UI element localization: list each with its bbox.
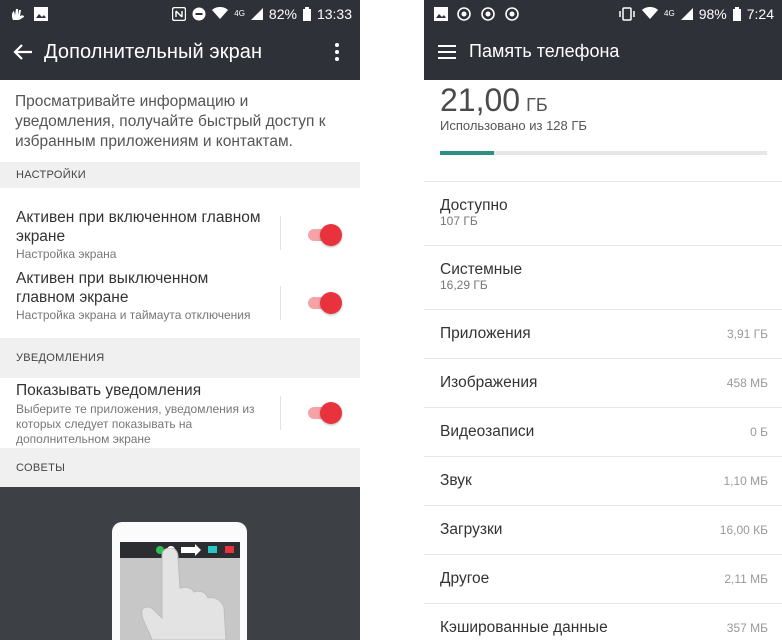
- row-title: Приложения: [440, 325, 531, 342]
- image-icon: [434, 6, 448, 21]
- row-size: 16,00 КБ: [719, 523, 768, 537]
- status-bar: 4G 82% 13:33: [0, 0, 360, 27]
- divider: [280, 216, 281, 250]
- row-title: Звук: [440, 472, 472, 489]
- row-title: Изображения: [440, 374, 538, 391]
- app-notification-icon: [457, 6, 471, 21]
- section-label: СОВЕТЫ: [16, 462, 66, 474]
- row-subtitle: 107 ГБ: [440, 214, 478, 228]
- section-label: НАСТРОЙКИ: [16, 169, 86, 181]
- battery-percent: 82%: [268, 5, 297, 22]
- row-title: Видеозаписи: [440, 423, 535, 440]
- row-title: Другое: [440, 570, 490, 587]
- row-size: 357 МБ: [726, 621, 768, 635]
- app-notification-icon: [505, 6, 519, 21]
- signal-badge: 4G: [234, 9, 245, 18]
- toggle-switch[interactable]: [308, 224, 342, 246]
- toggle-knob: [320, 224, 342, 246]
- row-title: Доступно: [440, 197, 508, 214]
- divider: [424, 505, 782, 506]
- row-subtitle: 16,29 ГБ: [440, 278, 488, 292]
- toggle-switch[interactable]: [308, 292, 342, 314]
- intro-text-block: Просматривайте информацию и уведомления,…: [0, 80, 360, 162]
- app-notification-icon: [481, 6, 495, 21]
- more-vert-icon[interactable]: [330, 41, 344, 63]
- vibrate-icon: [619, 6, 635, 21]
- section-header-notifications: УВЕДОМЛЕНИЯ: [0, 338, 360, 378]
- setting-title: Показывать уведомления: [16, 382, 202, 399]
- divider: [424, 309, 782, 310]
- row-size: 2,11 МБ: [724, 572, 768, 586]
- setting-title: Активен при выключенном главном экране: [16, 270, 209, 306]
- divider: [424, 603, 782, 604]
- right-phone-screen: 4G 98% 7:24 Память телефона 21,00 ГБ Испо…: [424, 0, 782, 640]
- back-arrow-icon[interactable]: [12, 41, 34, 63]
- app-bar: Дополнительный экран: [0, 27, 360, 80]
- section-header-tips: СОВЕТЫ: [0, 448, 360, 487]
- left-phone-screen: 4G 82% 13:33 Дополнительный экран Просма…: [0, 0, 360, 640]
- intro-text: Просматривайте информацию и уведомления,…: [15, 93, 326, 150]
- toggle-knob: [320, 402, 342, 424]
- toggle-knob: [320, 292, 342, 314]
- do-not-disturb-icon: [192, 7, 206, 20]
- cell-signal-icon: [250, 7, 263, 20]
- cell-signal-icon: [680, 7, 693, 20]
- status-bar: 4G 98% 7:24: [424, 0, 782, 27]
- setting-row-home-off[interactable]: Активен при выключенном главном экране Н…: [0, 262, 360, 338]
- row-size: 458 МБ: [726, 376, 768, 390]
- hamburger-menu-icon[interactable]: [438, 44, 456, 60]
- divider: [424, 456, 782, 457]
- row-size: 0 Б: [750, 425, 768, 439]
- used-value: 21,00: [440, 82, 521, 118]
- toggle-switch[interactable]: [308, 402, 342, 424]
- page-title: Память телефона: [469, 41, 620, 61]
- image-icon: [34, 6, 48, 21]
- divider: [424, 407, 782, 408]
- setting-title: Активен при включенном главном экране: [16, 209, 261, 245]
- nfc-icon: [172, 6, 187, 21]
- divider: [424, 554, 782, 555]
- signal-badge: 4G: [664, 9, 675, 18]
- divider: [424, 181, 782, 182]
- clock: 13:33: [316, 5, 352, 22]
- setting-subtitle: Выберите те приложения, уведомления из к…: [16, 402, 255, 446]
- battery-icon: [302, 6, 311, 21]
- divider: [424, 358, 782, 359]
- wifi-icon: [642, 7, 659, 19]
- row-size: 3,91 ГБ: [726, 327, 768, 341]
- battery-percent: 98%: [698, 5, 727, 22]
- pointing-hand-icon: [141, 548, 227, 640]
- setting-subtitle: Настройка экрана и таймаута отключения: [16, 308, 251, 322]
- divider: [280, 286, 281, 320]
- hand-wave-icon: [11, 8, 24, 20]
- used-of-total: Использовано из 128 ГБ: [440, 118, 587, 133]
- section-header-settings: НАСТРОЙКИ: [0, 162, 360, 188]
- app-bar: Память телефона: [424, 27, 782, 80]
- storage-progress-bar: [440, 151, 767, 155]
- setting-row-show-notifications[interactable]: Показывать уведомления Выберите те прило…: [0, 378, 360, 448]
- row-size: 1,10 МБ: [723, 474, 768, 488]
- setting-subtitle: Настройка экрана: [16, 247, 117, 261]
- setting-row-home-on[interactable]: Активен при включенном главном экране На…: [0, 188, 360, 262]
- storage-progress-fill: [440, 151, 494, 155]
- battery-icon: [732, 6, 741, 21]
- divider: [280, 396, 281, 430]
- row-title: Загрузки: [440, 521, 503, 538]
- used-unit: ГБ: [526, 95, 548, 115]
- page-title: Дополнительный экран: [44, 41, 263, 63]
- wifi-icon: [212, 7, 229, 19]
- row-title: Кэшированные данные: [440, 619, 608, 636]
- row-title: Системные: [440, 261, 523, 278]
- divider: [424, 245, 782, 246]
- section-label: УВЕДОМЛЕНИЯ: [16, 352, 105, 364]
- clock: 7:24: [746, 5, 774, 22]
- used-storage-value: 21,00 ГБ: [440, 82, 548, 119]
